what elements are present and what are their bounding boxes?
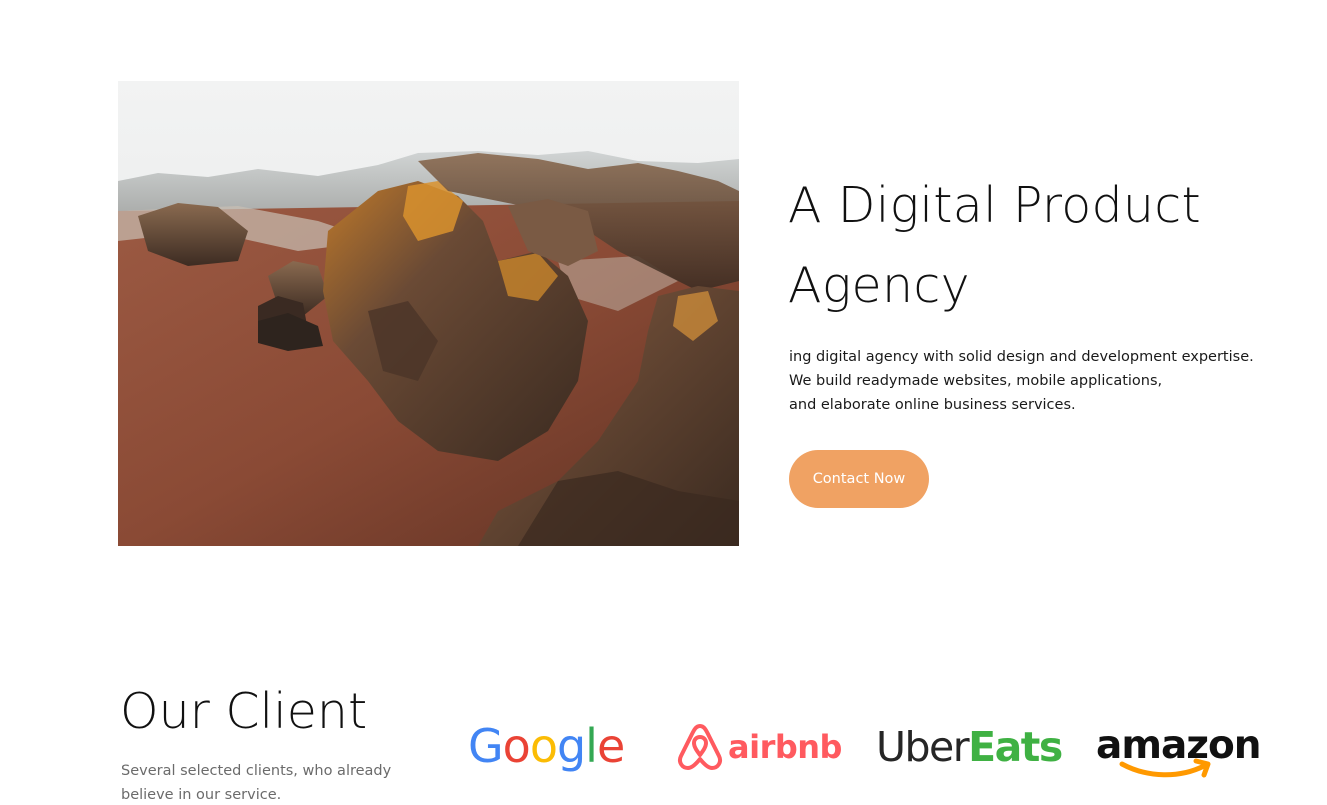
hero-description: ing digital agency with solid design and… — [789, 345, 1289, 417]
ubereats-wordmark-uber: Uber — [876, 723, 970, 771]
page: A Digital Product Agency ing digital age… — [0, 0, 1327, 805]
desert-landscape-illustration — [118, 81, 739, 546]
amazon-logo: amazon — [1096, 722, 1266, 784]
google-logo: Google — [468, 718, 625, 774]
amazon-smile-icon — [1119, 758, 1211, 778]
clients-desc-line2: believe in our service. — [121, 787, 282, 803]
clients-desc-line1: Several selected clients, who already — [121, 763, 392, 779]
ubereats-logo: UberEats — [876, 722, 1063, 772]
google-letter: l — [585, 719, 598, 773]
ubereats-wordmark-eats: Eats — [968, 723, 1063, 771]
hero-desc-line1: ing digital agency with solid design and… — [789, 349, 1254, 365]
clients-description: Several selected clients, who already be… — [121, 759, 421, 805]
hero-desc-line3: and elaborate online business services. — [789, 397, 1076, 413]
airbnb-logo: airbnb — [676, 722, 842, 772]
clients-title: Our Client — [120, 683, 368, 740]
google-letter: e — [596, 719, 625, 773]
hero-title-line2: Agency — [788, 257, 970, 314]
hero-desc-line2: We build readymade websites, mobile appl… — [789, 373, 1163, 389]
hero-title-line1: A Digital Product — [788, 177, 1202, 234]
google-letter: G — [468, 719, 504, 773]
airbnb-wordmark: airbnb — [728, 728, 842, 766]
airbnb-belo-icon — [677, 724, 723, 770]
google-letter: g — [556, 719, 586, 773]
hero-image — [118, 81, 739, 546]
google-wordmark: Google — [468, 718, 625, 774]
google-letter: o — [502, 719, 531, 773]
google-letter: o — [529, 719, 558, 773]
hero-title: A Digital Product Agency — [788, 166, 1288, 326]
contact-now-button[interactable]: Contact Now — [789, 450, 929, 508]
